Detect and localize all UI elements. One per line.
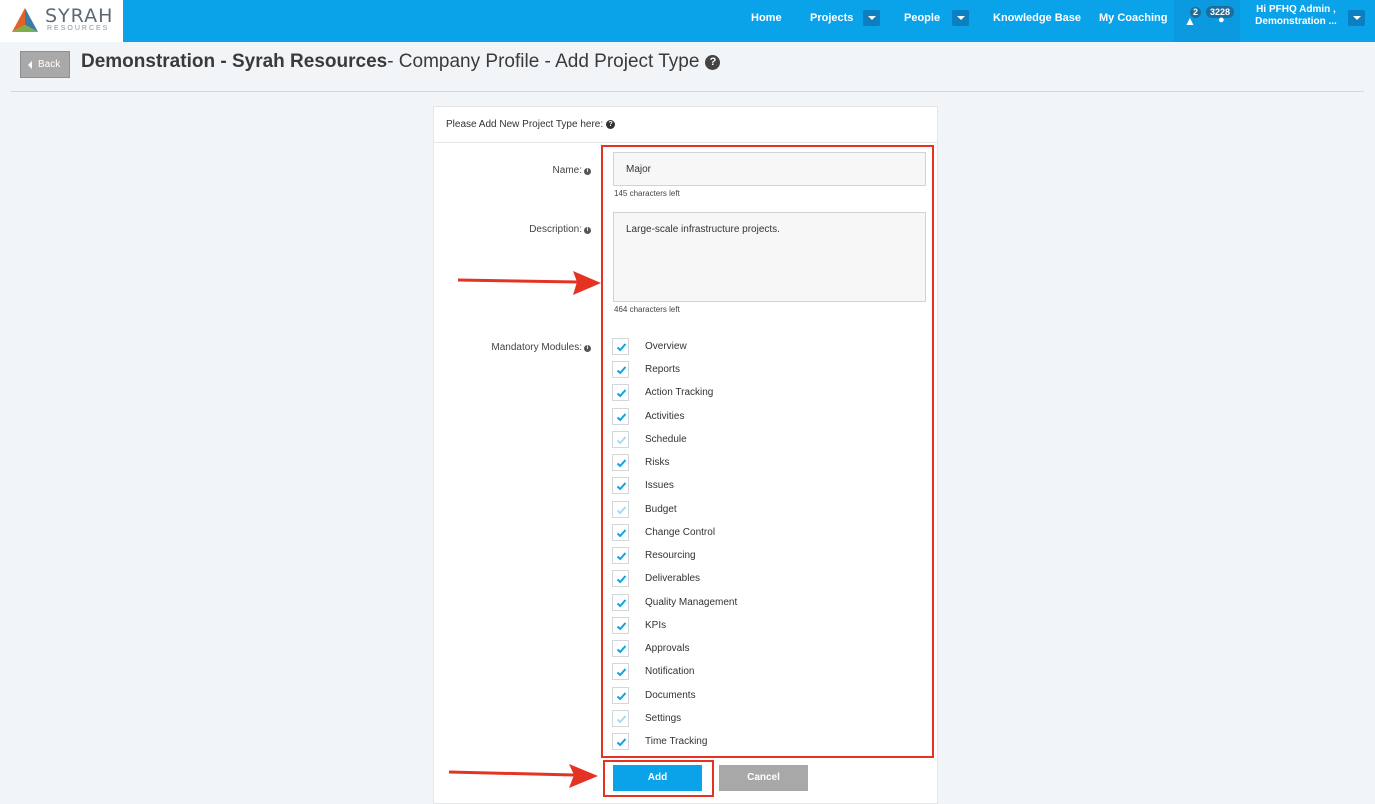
panel-heading: Please Add New Project Type here:? xyxy=(446,119,616,130)
user-greeting: Hi PFHQ Admin , xyxy=(1256,4,1336,15)
modules-info-icon[interactable]: i xyxy=(584,345,591,352)
nav-home[interactable]: Home xyxy=(751,12,782,24)
logo-subtext: RESOURCES xyxy=(47,25,110,32)
people-dropdown-caret-icon[interactable] xyxy=(952,10,969,26)
back-arrow-icon xyxy=(28,61,32,69)
logo-triangle-icon xyxy=(12,8,38,32)
logo-text: SYRAH xyxy=(45,5,114,27)
annotation-arrow-description xyxy=(457,271,601,295)
user-dropdown-caret-icon[interactable] xyxy=(1348,10,1365,26)
annotation-add-highlight-box xyxy=(603,760,714,797)
help-icon[interactable]: ? xyxy=(705,55,721,70)
description-label-text: Description: xyxy=(529,224,582,235)
page-title-company: Demonstration - Syrah Resources xyxy=(81,51,388,72)
page-title-section: - Company Profile - Add Project Type xyxy=(387,51,700,72)
projects-dropdown-caret-icon[interactable] xyxy=(863,10,880,26)
name-label-text: Name: xyxy=(552,165,582,176)
annotation-arrow-add xyxy=(448,764,598,788)
page-title: Demonstration - Syrah Resources- Company… xyxy=(81,51,721,73)
user-menu[interactable]: Hi PFHQ Admin , Demonstration ... xyxy=(1250,4,1342,28)
user-company: Demonstration ... xyxy=(1255,16,1337,27)
nav-my-coaching[interactable]: My Coaching xyxy=(1099,12,1167,24)
logo[interactable]: SYRAH RESOURCES xyxy=(0,0,123,42)
nav-projects[interactable]: Projects xyxy=(810,12,853,24)
panel-help-icon[interactable]: ? xyxy=(606,120,616,129)
description-info-icon[interactable]: i xyxy=(584,227,591,234)
panel-heading-text: Please Add New Project Type here: xyxy=(446,119,604,130)
description-label: Description: i xyxy=(529,224,591,235)
nav-people[interactable]: People xyxy=(904,12,940,24)
annotation-form-highlight-box xyxy=(601,145,934,758)
cancel-button[interactable]: Cancel xyxy=(719,765,808,791)
mandatory-modules-label-text: Mandatory Modules: xyxy=(491,342,582,353)
top-navbar: SYRAH RESOURCES Home Projects People Kno… xyxy=(0,0,1375,42)
back-button-label: Back xyxy=(38,59,61,70)
back-button[interactable]: Back xyxy=(20,51,70,78)
mandatory-modules-label: Mandatory Modules: i xyxy=(491,342,591,353)
name-info-icon[interactable]: i xyxy=(584,168,591,175)
header-divider xyxy=(10,91,1364,92)
nav-knowledge-base[interactable]: Knowledge Base xyxy=(993,12,1081,24)
alert-count-badge: 2 xyxy=(1190,7,1202,18)
name-label: Name: i xyxy=(553,165,591,176)
message-icon[interactable]: ● xyxy=(1218,14,1225,26)
panel-header: Please Add New Project Type here:? xyxy=(434,107,937,143)
